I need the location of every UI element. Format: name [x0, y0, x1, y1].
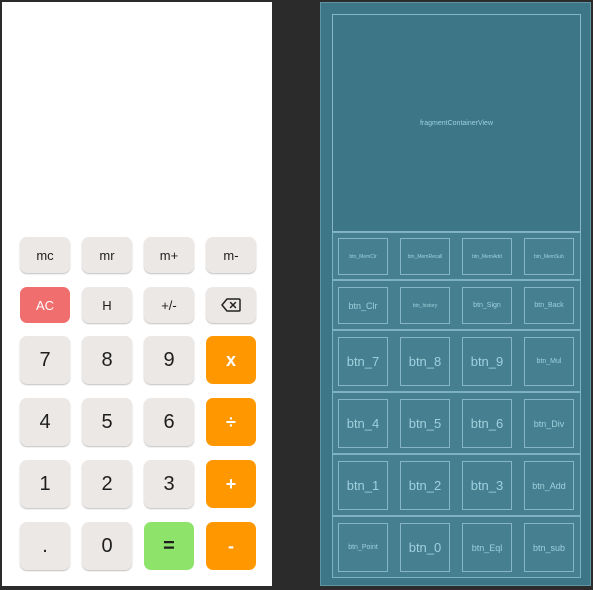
sign-button[interactable]: +/- — [144, 287, 194, 323]
bp-btn-3[interactable]: btn_3 — [462, 461, 512, 510]
m-plus-button[interactable]: m+ — [144, 237, 194, 273]
add-button[interactable]: + — [206, 460, 256, 508]
bp-btn-0[interactable]: btn_0 — [400, 523, 450, 572]
eight-button[interactable]: 8 — [82, 336, 132, 384]
bp-btn-sign[interactable]: btn_Sign — [462, 287, 512, 324]
divide-button[interactable]: ÷ — [206, 398, 256, 446]
bp-btn-add[interactable]: btn_Add — [524, 461, 574, 510]
display-area — [2, 2, 272, 230]
bp-btn-memsub[interactable]: btn_MemSub — [524, 238, 574, 275]
point-button[interactable]: . — [20, 522, 70, 570]
bp-btn-clr[interactable]: btn_Clr — [338, 287, 388, 324]
two-button[interactable]: 2 — [82, 460, 132, 508]
bp-btn-6[interactable]: btn_6 — [462, 399, 512, 448]
blueprint-view: fragmentContainerView btn_MemClr btn_Mem… — [320, 2, 591, 586]
fragment-container-view[interactable]: fragmentContainerView — [332, 14, 581, 232]
bp-btn-memrecall[interactable]: btn_MemRecall — [400, 238, 450, 275]
bp-btn-back[interactable]: btn_Back — [524, 287, 574, 324]
bp-btn-sub[interactable]: btn_sub — [524, 523, 574, 572]
equal-button[interactable]: = — [144, 522, 194, 570]
three-button[interactable]: 3 — [144, 460, 194, 508]
backspace-button[interactable] — [206, 287, 256, 323]
blueprint-row-bottom: btn_Point btn_0 btn_Eql btn_sub — [332, 516, 581, 578]
bp-btn-7[interactable]: btn_7 — [338, 337, 388, 386]
blueprint-row-memory: btn_MemClr btn_MemRecall btn_MemAdd btn_… — [332, 232, 581, 280]
mr-button[interactable]: mr — [82, 237, 132, 273]
six-button[interactable]: 6 — [144, 398, 194, 446]
zero-button[interactable]: 0 — [82, 522, 132, 570]
history-button[interactable]: H — [82, 287, 132, 323]
clear-button[interactable]: AC — [20, 287, 70, 323]
mc-button[interactable]: mc — [20, 237, 70, 273]
bp-btn-div[interactable]: btn_Div — [524, 399, 574, 448]
blueprint-row-123: btn_1 btn_2 btn_3 btn_Add — [332, 454, 581, 516]
bp-btn-mul[interactable]: btn_Mul — [524, 337, 574, 386]
bp-btn-1[interactable]: btn_1 — [338, 461, 388, 510]
five-button[interactable]: 5 — [82, 398, 132, 446]
blueprint-row-456: btn_4 btn_5 btn_6 btn_Div — [332, 392, 581, 454]
blueprint-row-789: btn_7 btn_8 btn_9 btn_Mul — [332, 330, 581, 392]
blueprint-row-functions: btn_Clr btn_history btn_Sign btn_Back — [332, 280, 581, 330]
bp-btn-9[interactable]: btn_9 — [462, 337, 512, 386]
bp-btn-memadd[interactable]: btn_MemAdd — [462, 238, 512, 275]
bp-btn-8[interactable]: btn_8 — [400, 337, 450, 386]
bp-btn-point[interactable]: btn_Point — [338, 523, 388, 572]
bp-btn-4[interactable]: btn_4 — [338, 399, 388, 448]
four-button[interactable]: 4 — [20, 398, 70, 446]
multiply-button[interactable]: x — [206, 336, 256, 384]
bp-btn-5[interactable]: btn_5 — [400, 399, 450, 448]
subtract-button[interactable]: - — [206, 522, 256, 570]
bp-btn-history[interactable]: btn_history — [400, 287, 450, 324]
design-preview: mc mr m+ m- AC H +/- 7 8 9 x 4 5 6 ÷ 1 2… — [2, 2, 272, 586]
m-minus-button[interactable]: m- — [206, 237, 256, 273]
one-button[interactable]: 1 — [20, 460, 70, 508]
bp-btn-memclr[interactable]: btn_MemClr — [338, 238, 388, 275]
seven-button[interactable]: 7 — [20, 336, 70, 384]
backspace-icon — [221, 298, 241, 312]
bp-btn-2[interactable]: btn_2 — [400, 461, 450, 510]
nine-button[interactable]: 9 — [144, 336, 194, 384]
bp-btn-eql[interactable]: btn_Eql — [462, 523, 512, 572]
